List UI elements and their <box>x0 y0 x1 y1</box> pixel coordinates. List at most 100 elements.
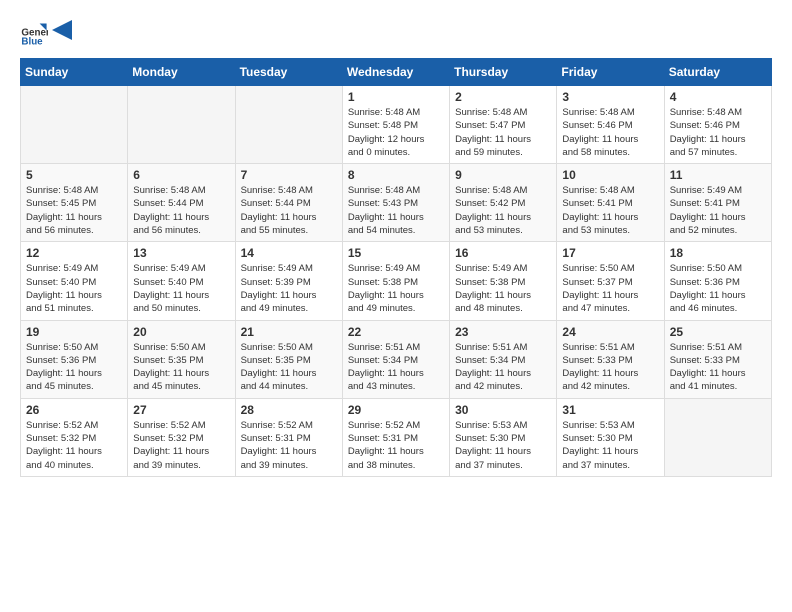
calendar-cell: 7 Sunrise: 5:48 AM Sunset: 5:44 PM Daylig… <box>235 164 342 242</box>
day-info: Sunrise: 5:48 AM Sunset: 5:46 PM Dayligh… <box>562 106 658 159</box>
day-number: 8 <box>348 168 444 182</box>
weekday-header: Sunday <box>21 59 128 86</box>
day-info: Sunrise: 5:49 AM Sunset: 5:38 PM Dayligh… <box>455 262 551 315</box>
day-info: Sunrise: 5:50 AM Sunset: 5:35 PM Dayligh… <box>241 341 337 394</box>
calendar-week-row: 12 Sunrise: 5:49 AM Sunset: 5:40 PM Dayli… <box>21 242 772 320</box>
weekday-header: Monday <box>128 59 235 86</box>
day-number: 16 <box>455 246 551 260</box>
day-info: Sunrise: 5:50 AM Sunset: 5:35 PM Dayligh… <box>133 341 229 394</box>
calendar-week-row: 19Sunrise: 5:50 AM Sunset: 5:36 PM Dayli… <box>21 320 772 398</box>
day-number: 29 <box>348 403 444 417</box>
weekday-header: Saturday <box>664 59 771 86</box>
day-info: Sunrise: 5:53 AM Sunset: 5:30 PM Dayligh… <box>562 419 658 472</box>
weekday-header: Wednesday <box>342 59 449 86</box>
page-header: General Blue <box>20 20 772 48</box>
calendar-cell: 5 Sunrise: 5:48 AM Sunset: 5:45 PM Daylig… <box>21 164 128 242</box>
day-number: 27 <box>133 403 229 417</box>
weekday-header: Friday <box>557 59 664 86</box>
day-number: 1 <box>348 90 444 104</box>
day-info: Sunrise: 5:51 AM Sunset: 5:33 PM Dayligh… <box>562 341 658 394</box>
day-number: 28 <box>241 403 337 417</box>
calendar-cell: 10 Sunrise: 5:48 AM Sunset: 5:41 PM Dayli… <box>557 164 664 242</box>
day-info: Sunrise: 5:52 AM Sunset: 5:32 PM Dayligh… <box>133 419 229 472</box>
day-info: Sunrise: 5:52 AM Sunset: 5:31 PM Dayligh… <box>241 419 337 472</box>
calendar-cell <box>664 398 771 476</box>
day-info: Sunrise: 5:50 AM Sunset: 5:37 PM Dayligh… <box>562 262 658 315</box>
calendar-cell: 13 Sunrise: 5:49 AM Sunset: 5:40 PM Dayli… <box>128 242 235 320</box>
day-number: 20 <box>133 325 229 339</box>
day-info: Sunrise: 5:48 AM Sunset: 5:43 PM Dayligh… <box>348 184 444 237</box>
day-info: Sunrise: 5:48 AM Sunset: 5:44 PM Dayligh… <box>241 184 337 237</box>
day-info: Sunrise: 5:51 AM Sunset: 5:34 PM Dayligh… <box>455 341 551 394</box>
logo-arrow-icon <box>52 20 72 40</box>
day-info: Sunrise: 5:48 AM Sunset: 5:48 PM Dayligh… <box>348 106 444 159</box>
day-number: 6 <box>133 168 229 182</box>
day-number: 10 <box>562 168 658 182</box>
calendar-cell: 17 Sunrise: 5:50 AM Sunset: 5:37 PM Dayli… <box>557 242 664 320</box>
day-number: 17 <box>562 246 658 260</box>
day-info: Sunrise: 5:52 AM Sunset: 5:32 PM Dayligh… <box>26 419 122 472</box>
calendar-cell: 9 Sunrise: 5:48 AM Sunset: 5:42 PM Daylig… <box>450 164 557 242</box>
day-info: Sunrise: 5:48 AM Sunset: 5:46 PM Dayligh… <box>670 106 766 159</box>
day-number: 4 <box>670 90 766 104</box>
calendar-cell: 28 Sunrise: 5:52 AM Sunset: 5:31 PM Dayli… <box>235 398 342 476</box>
calendar-cell: 8 Sunrise: 5:48 AM Sunset: 5:43 PM Daylig… <box>342 164 449 242</box>
day-info: Sunrise: 5:49 AM Sunset: 5:40 PM Dayligh… <box>26 262 122 315</box>
day-info: Sunrise: 5:48 AM Sunset: 5:41 PM Dayligh… <box>562 184 658 237</box>
day-info: Sunrise: 5:49 AM Sunset: 5:40 PM Dayligh… <box>133 262 229 315</box>
calendar-cell: 29 Sunrise: 5:52 AM Sunset: 5:31 PM Dayli… <box>342 398 449 476</box>
day-number: 15 <box>348 246 444 260</box>
calendar-cell: 19Sunrise: 5:50 AM Sunset: 5:36 PM Dayli… <box>21 320 128 398</box>
day-info: Sunrise: 5:52 AM Sunset: 5:31 PM Dayligh… <box>348 419 444 472</box>
day-number: 18 <box>670 246 766 260</box>
day-number: 23 <box>455 325 551 339</box>
day-number: 14 <box>241 246 337 260</box>
calendar-cell <box>128 86 235 164</box>
day-number: 24 <box>562 325 658 339</box>
day-info: Sunrise: 5:53 AM Sunset: 5:30 PM Dayligh… <box>455 419 551 472</box>
day-info: Sunrise: 5:48 AM Sunset: 5:44 PM Dayligh… <box>133 184 229 237</box>
day-number: 7 <box>241 168 337 182</box>
calendar-week-row: 5 Sunrise: 5:48 AM Sunset: 5:45 PM Daylig… <box>21 164 772 242</box>
day-info: Sunrise: 5:51 AM Sunset: 5:34 PM Dayligh… <box>348 341 444 394</box>
calendar-cell: 27 Sunrise: 5:52 AM Sunset: 5:32 PM Dayli… <box>128 398 235 476</box>
calendar-cell <box>21 86 128 164</box>
svg-text:Blue: Blue <box>21 37 43 48</box>
day-info: Sunrise: 5:48 AM Sunset: 5:45 PM Dayligh… <box>26 184 122 237</box>
calendar-cell: 22Sunrise: 5:51 AM Sunset: 5:34 PM Dayli… <box>342 320 449 398</box>
calendar-cell: 6 Sunrise: 5:48 AM Sunset: 5:44 PM Daylig… <box>128 164 235 242</box>
day-number: 31 <box>562 403 658 417</box>
day-number: 25 <box>670 325 766 339</box>
calendar-cell: 18Sunrise: 5:50 AM Sunset: 5:36 PM Dayli… <box>664 242 771 320</box>
day-number: 30 <box>455 403 551 417</box>
calendar-cell: 15 Sunrise: 5:49 AM Sunset: 5:38 PM Dayli… <box>342 242 449 320</box>
calendar-header-row: SundayMondayTuesdayWednesdayThursdayFrid… <box>21 59 772 86</box>
calendar-cell <box>235 86 342 164</box>
logo-icon: General Blue <box>20 20 48 48</box>
weekday-header: Thursday <box>450 59 557 86</box>
calendar-cell: 26 Sunrise: 5:52 AM Sunset: 5:32 PM Dayli… <box>21 398 128 476</box>
calendar-cell: 20 Sunrise: 5:50 AM Sunset: 5:35 PM Dayli… <box>128 320 235 398</box>
calendar-cell: 31 Sunrise: 5:53 AM Sunset: 5:30 PM Dayli… <box>557 398 664 476</box>
calendar-cell: 30 Sunrise: 5:53 AM Sunset: 5:30 PM Dayli… <box>450 398 557 476</box>
calendar-cell: 21 Sunrise: 5:50 AM Sunset: 5:35 PM Dayli… <box>235 320 342 398</box>
day-number: 9 <box>455 168 551 182</box>
calendar-cell: 2Sunrise: 5:48 AM Sunset: 5:47 PM Daylig… <box>450 86 557 164</box>
day-info: Sunrise: 5:50 AM Sunset: 5:36 PM Dayligh… <box>26 341 122 394</box>
day-info: Sunrise: 5:48 AM Sunset: 5:42 PM Dayligh… <box>455 184 551 237</box>
day-number: 21 <box>241 325 337 339</box>
day-number: 12 <box>26 246 122 260</box>
day-number: 26 <box>26 403 122 417</box>
calendar-cell: 12 Sunrise: 5:49 AM Sunset: 5:40 PM Dayli… <box>21 242 128 320</box>
day-info: Sunrise: 5:49 AM Sunset: 5:38 PM Dayligh… <box>348 262 444 315</box>
day-number: 2 <box>455 90 551 104</box>
calendar-cell: 24 Sunrise: 5:51 AM Sunset: 5:33 PM Dayli… <box>557 320 664 398</box>
day-number: 5 <box>26 168 122 182</box>
day-info: Sunrise: 5:49 AM Sunset: 5:39 PM Dayligh… <box>241 262 337 315</box>
day-number: 3 <box>562 90 658 104</box>
calendar-cell: 4 Sunrise: 5:48 AM Sunset: 5:46 PM Daylig… <box>664 86 771 164</box>
calendar-cell: 14 Sunrise: 5:49 AM Sunset: 5:39 PM Dayli… <box>235 242 342 320</box>
day-number: 13 <box>133 246 229 260</box>
logo: General Blue <box>20 20 72 48</box>
calendar-cell: 1 Sunrise: 5:48 AM Sunset: 5:48 PM Daylig… <box>342 86 449 164</box>
